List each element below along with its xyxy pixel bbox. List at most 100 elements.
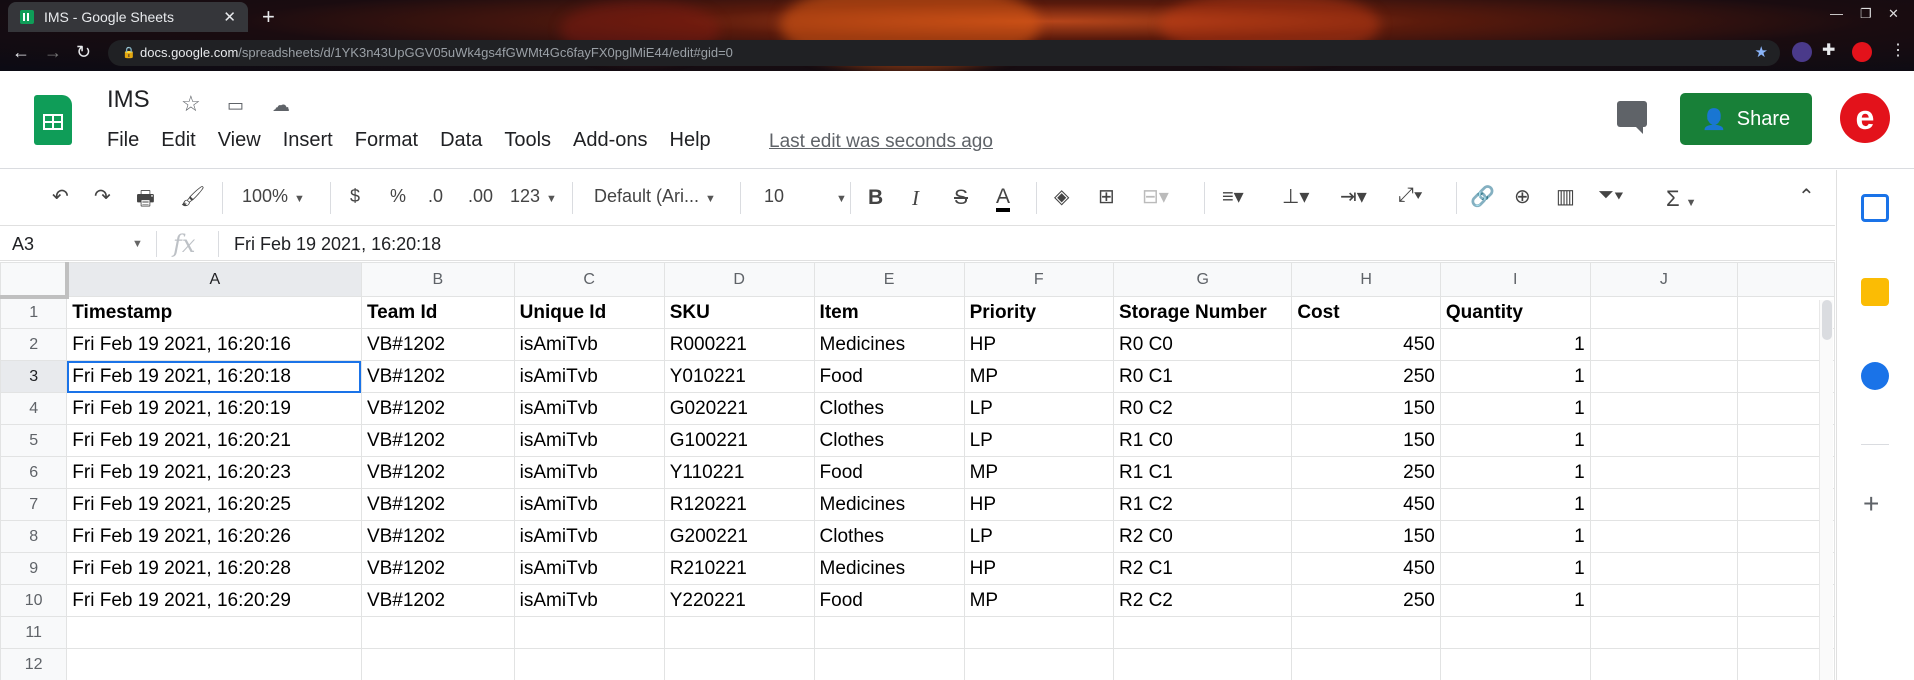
row-header[interactable]: 3: [0, 360, 68, 393]
fill-color-icon[interactable]: ◈: [1054, 184, 1069, 209]
menu-view[interactable]: View: [218, 129, 261, 152]
column-header[interactable]: G: [1113, 262, 1293, 297]
cell[interactable]: 150: [1291, 424, 1441, 457]
more-formats-select[interactable]: 123 ▼: [510, 186, 557, 207]
sheets-logo-icon[interactable]: [34, 95, 72, 145]
cell[interactable]: Y010221: [663, 360, 815, 393]
currency-button[interactable]: $: [350, 186, 360, 207]
menu-format[interactable]: Format: [355, 129, 418, 152]
scrollbar-thumb[interactable]: [1822, 300, 1832, 340]
column-header[interactable]: B: [360, 262, 515, 297]
cell[interactable]: 250: [1291, 360, 1441, 393]
redo-icon[interactable]: ↷: [94, 184, 111, 209]
cell[interactable]: 450: [1291, 488, 1441, 521]
cell[interactable]: Priority: [963, 296, 1115, 329]
insert-chart-icon[interactable]: ▥: [1556, 184, 1575, 209]
cell[interactable]: 1: [1439, 328, 1591, 361]
decrease-decimal-button[interactable]: .0: [428, 186, 443, 207]
cell[interactable]: Medicines: [813, 552, 965, 585]
cell[interactable]: Fri Feb 19 2021, 16:20:26: [66, 520, 362, 553]
cell[interactable]: Fri Feb 19 2021, 16:20:21: [66, 424, 362, 457]
cell[interactable]: [1291, 616, 1441, 649]
cell[interactable]: VB#1202: [360, 424, 515, 457]
cell[interactable]: HP: [963, 552, 1115, 585]
cell[interactable]: 1: [1439, 488, 1591, 521]
cell[interactable]: Food: [813, 456, 965, 489]
cell[interactable]: [1113, 648, 1293, 680]
menu-data[interactable]: Data: [440, 129, 482, 152]
cell[interactable]: [813, 648, 965, 680]
cell[interactable]: [1589, 456, 1739, 489]
forward-icon[interactable]: →: [44, 42, 62, 63]
profile-icon[interactable]: [1852, 42, 1872, 62]
merge-cells-icon[interactable]: ⊟▾: [1142, 184, 1169, 209]
move-folder-icon[interactable]: ▭: [227, 95, 244, 116]
menu-kebab-icon[interactable]: ⋮: [1890, 40, 1910, 60]
functions-button[interactable]: Σ ▼: [1666, 186, 1697, 212]
keep-icon[interactable]: [1861, 278, 1889, 306]
insert-link-icon[interactable]: 🔗: [1470, 184, 1495, 209]
cell[interactable]: [1291, 648, 1441, 680]
row-header[interactable]: 9: [0, 552, 68, 585]
cell[interactable]: LP: [963, 424, 1115, 457]
cell[interactable]: isAmiTvb: [513, 488, 665, 521]
column-header[interactable]: A: [66, 262, 362, 297]
comments-icon[interactable]: [1617, 101, 1647, 134]
cell[interactable]: Fri Feb 19 2021, 16:20:19: [66, 392, 362, 425]
cell[interactable]: R2 C2: [1113, 584, 1293, 617]
cell[interactable]: isAmiTvb: [513, 392, 665, 425]
row-header[interactable]: 5: [0, 424, 68, 457]
cell[interactable]: [963, 648, 1115, 680]
cell[interactable]: isAmiTvb: [513, 360, 665, 393]
row-header[interactable]: 4: [0, 392, 68, 425]
cell[interactable]: [663, 648, 815, 680]
row-header[interactable]: 8: [0, 520, 68, 553]
avatar[interactable]: e: [1840, 93, 1890, 143]
restore-icon[interactable]: ❐: [1860, 6, 1872, 22]
name-box-dropdown-icon[interactable]: ▼: [132, 238, 143, 250]
cell[interactable]: 1: [1439, 360, 1591, 393]
collapse-toolbar-icon[interactable]: ⌃: [1798, 184, 1815, 209]
cell[interactable]: LP: [963, 392, 1115, 425]
cell[interactable]: VB#1202: [360, 360, 515, 393]
cell[interactable]: Timestamp: [66, 296, 362, 329]
cell[interactable]: [66, 616, 362, 649]
cell[interactable]: Fri Feb 19 2021, 16:20:23: [66, 456, 362, 489]
zoom-select[interactable]: 100% ▼: [242, 186, 305, 207]
cell[interactable]: [1589, 360, 1739, 393]
extension-icon[interactable]: [1792, 42, 1812, 62]
cell[interactable]: 1: [1439, 552, 1591, 585]
cell[interactable]: isAmiTvb: [513, 456, 665, 489]
cell[interactable]: HP: [963, 328, 1115, 361]
column-header[interactable]: H: [1291, 262, 1441, 297]
cell[interactable]: Storage Number: [1113, 296, 1293, 329]
formula-input[interactable]: Fri Feb 19 2021, 16:20:18: [234, 234, 441, 255]
cell[interactable]: VB#1202: [360, 456, 515, 489]
bold-button[interactable]: B: [868, 186, 883, 210]
share-button[interactable]: 👤 Share: [1680, 93, 1812, 145]
cell[interactable]: R120221: [663, 488, 815, 521]
filter-icon[interactable]: ⏷▾: [1598, 184, 1624, 207]
cell[interactable]: 150: [1291, 520, 1441, 553]
cell[interactable]: R1 C0: [1113, 424, 1293, 457]
cell[interactable]: isAmiTvb: [513, 552, 665, 585]
cell[interactable]: VB#1202: [360, 520, 515, 553]
row-header[interactable]: 2: [0, 328, 68, 361]
cell[interactable]: Clothes: [813, 424, 965, 457]
cell[interactable]: 1: [1439, 584, 1591, 617]
cell[interactable]: Y220221: [663, 584, 815, 617]
column-header[interactable]: C: [513, 262, 665, 297]
cell[interactable]: [1589, 648, 1739, 680]
new-tab-icon[interactable]: +: [262, 4, 275, 30]
cell[interactable]: 450: [1291, 328, 1441, 361]
cell[interactable]: [513, 648, 665, 680]
tasks-icon[interactable]: [1861, 362, 1889, 390]
increase-decimal-button[interactable]: .00: [468, 186, 493, 207]
cell[interactable]: R0 C0: [1113, 328, 1293, 361]
cell[interactable]: 250: [1291, 456, 1441, 489]
cell[interactable]: VB#1202: [360, 328, 515, 361]
puzzle-icon[interactable]: ✚: [1822, 40, 1842, 60]
cell[interactable]: [1589, 552, 1739, 585]
cell[interactable]: [663, 616, 815, 649]
font-select[interactable]: Default (Ari... ▼: [594, 186, 716, 207]
